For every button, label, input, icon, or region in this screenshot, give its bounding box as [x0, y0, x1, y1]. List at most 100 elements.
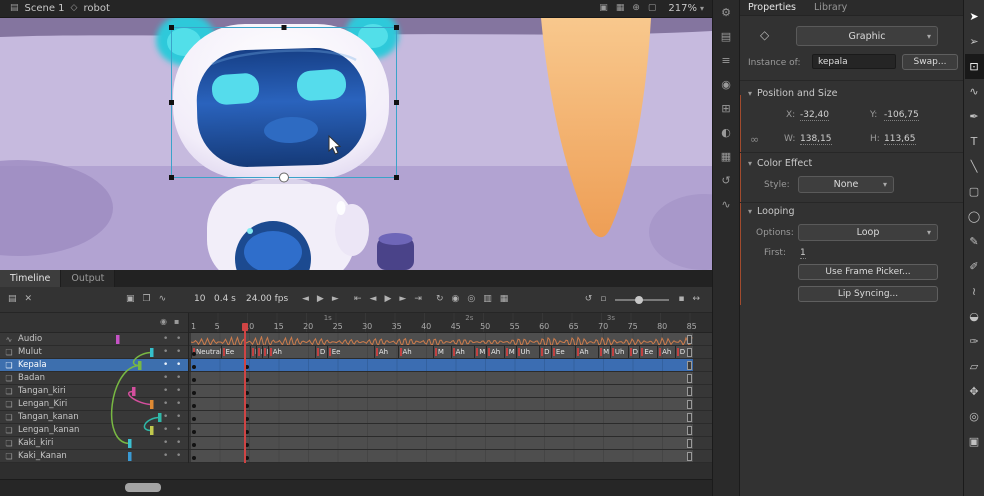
lip-syncing-button[interactable]: Lip Syncing...: [798, 286, 938, 302]
layer-lock-dot[interactable]: •: [176, 437, 181, 449]
frame-span[interactable]: [191, 398, 693, 410]
layer-row-Lengan_Kiri[interactable]: ❏Lengan_Kiri••: [0, 398, 188, 411]
use-frame-picker-button[interactable]: Use Frame Picker...: [798, 264, 938, 280]
onion-skin-outline-icon[interactable]: ◎: [463, 287, 479, 312]
layer-visibility-dot[interactable]: •: [163, 359, 168, 371]
clip-view-icon[interactable]: ▢: [644, 0, 661, 17]
lasso-tool[interactable]: ∿: [965, 79, 984, 104]
frame-span[interactable]: [191, 359, 693, 371]
scrollbar-thumb[interactable]: [125, 483, 161, 492]
mouth-segment[interactable]: M: [474, 346, 486, 358]
zoom-tool[interactable]: ◎: [965, 404, 984, 429]
layer-lock-dot[interactable]: •: [176, 385, 181, 397]
guides-icon[interactable]: ▦: [612, 0, 629, 17]
instance-name-field[interactable]: kepala: [812, 54, 896, 69]
layer-row-Kaki_kiri[interactable]: ❏Kaki_kiri••: [0, 437, 188, 450]
section-position-and-size[interactable]: ▾Position and Size: [748, 88, 837, 99]
timeline-ruler[interactable]: 1s2s3s1510152025303540455055606570758085: [188, 313, 712, 333]
layer-row-Lengan_kanan[interactable]: ❏Lengan_kanan••: [0, 424, 188, 437]
frames-grid[interactable]: NeutralEeDEFAhDEeAhAhMAhMAhMUhDEeAhMUhDE…: [188, 333, 712, 463]
section-color-effect[interactable]: ▾Color Effect: [748, 158, 812, 169]
go-first-frame-icon[interactable]: ⇤: [350, 287, 366, 312]
rectangle-tool[interactable]: ▢: [965, 179, 984, 204]
section-looping[interactable]: ▾Looping: [748, 206, 795, 217]
delete-layer-icon[interactable]: ✕: [21, 287, 37, 312]
playhead[interactable]: [244, 323, 246, 463]
eyedropper-tool[interactable]: ✑: [965, 329, 984, 354]
color-panel-icon[interactable]: ◐: [717, 126, 735, 140]
mouth-segment[interactable]: M: [433, 346, 451, 358]
play-icon[interactable]: ▶: [313, 287, 328, 312]
onion-skin-icon[interactable]: ◉: [448, 287, 464, 312]
transform-panel-icon[interactable]: ⊞: [717, 102, 735, 116]
layer-row-Audio[interactable]: ∿Audio••: [0, 333, 188, 346]
transformation-point[interactable]: [280, 173, 289, 182]
frame-span[interactable]: [191, 411, 693, 423]
mouth-segment[interactable]: M: [504, 346, 516, 358]
frame-span[interactable]: [191, 333, 693, 345]
layer-row-Kepala[interactable]: ❏Kepala••: [0, 359, 188, 372]
layer-row-Kaki_Kanan[interactable]: ❏Kaki_Kanan••: [0, 450, 188, 463]
layer-frames-row[interactable]: [189, 359, 712, 372]
frame-span[interactable]: [191, 437, 693, 449]
robot-head[interactable]: [156, 18, 399, 179]
lock-aspect-icon[interactable]: ∞: [750, 133, 759, 146]
layer-frames-row[interactable]: [189, 372, 712, 385]
breadcrumb-symbol[interactable]: robot: [83, 3, 109, 14]
layer-lock-dot[interactable]: •: [176, 346, 181, 358]
text-tool[interactable]: T: [965, 129, 984, 154]
mouth-segment[interactable]: D: [628, 346, 640, 358]
hand-tool[interactable]: ✥: [965, 379, 984, 404]
brush-tool[interactable]: ✐: [965, 254, 984, 279]
enlarge-frames-icon[interactable]: ▪: [674, 287, 688, 312]
play-forward-icon[interactable]: ▶: [380, 287, 395, 312]
lock-icon[interactable]: ▪: [174, 317, 179, 326]
mouth-segment[interactable]: Ah: [486, 346, 504, 358]
swap-button[interactable]: Swap...: [902, 54, 958, 70]
layer-frames-row[interactable]: [189, 411, 712, 424]
slider-knob[interactable]: [635, 296, 643, 304]
history-panel-icon[interactable]: ↺: [717, 174, 735, 188]
layer-frames-row[interactable]: [189, 450, 712, 463]
layer-visibility-dot[interactable]: •: [163, 424, 168, 436]
mouth-segment[interactable]: Ah: [451, 346, 475, 358]
timeline-horizontal-scrollbar[interactable]: [0, 479, 712, 496]
frame-span[interactable]: NeutralEeDEFAhDEeAhAhMAhMAhMUhDEeAhMUhDE…: [191, 346, 693, 358]
go-last-frame-icon[interactable]: ⇥: [410, 287, 426, 312]
timeline-zoom-slider[interactable]: [615, 299, 669, 301]
swatches-panel-icon[interactable]: ▦: [717, 150, 735, 164]
step-forward-icon[interactable]: ►: [328, 287, 343, 312]
frame-span[interactable]: [191, 372, 693, 384]
layer-frames-row[interactable]: [189, 333, 712, 346]
layer-row-Mulut[interactable]: ❏Mulut••: [0, 346, 188, 359]
settings-panel-icon[interactable]: ⚙: [717, 6, 735, 20]
layer-visibility-dot[interactable]: •: [163, 398, 168, 410]
advanced-layers-icon[interactable]: ❐: [139, 287, 155, 312]
mouth-segment[interactable]: Ah: [268, 346, 315, 358]
mouth-segment[interactable]: Ee: [639, 346, 657, 358]
layer-lock-dot[interactable]: •: [176, 333, 181, 345]
camera-toggle-icon[interactable]: ▣: [122, 287, 139, 312]
layer-visibility-dot[interactable]: •: [163, 437, 168, 449]
camera-icon[interactable]: ▣: [595, 0, 612, 17]
next-keyframe-icon[interactable]: ►: [395, 287, 410, 312]
symbol-type-dropdown[interactable]: Graphic ▾: [796, 26, 938, 46]
loop-options-dropdown[interactable]: Loop ▾: [798, 224, 938, 241]
mouth-segment[interactable]: Ee: [327, 346, 374, 358]
layer-lock-dot[interactable]: •: [176, 411, 181, 423]
layer-frames-row[interactable]: [189, 398, 712, 411]
loop-playback-icon[interactable]: ↻: [432, 287, 448, 312]
layer-row-Tangan_kiri[interactable]: ❏Tangan_kiri••: [0, 385, 188, 398]
camera-tool[interactable]: ▣: [965, 429, 984, 454]
eraser-tool[interactable]: ▱: [965, 354, 984, 379]
line-tool[interactable]: ╲: [965, 154, 984, 179]
layer-lock-dot[interactable]: •: [176, 450, 181, 462]
frame-span[interactable]: [191, 424, 693, 436]
layer-lock-dot[interactable]: •: [176, 424, 181, 436]
pen-tool[interactable]: ✒: [965, 104, 984, 129]
fit-frames-in-view-icon[interactable]: ↔: [688, 287, 704, 312]
stage-canvas[interactable]: [0, 18, 712, 270]
mouth-segment[interactable]: Uh: [516, 346, 540, 358]
layer-row-Badan[interactable]: ❏Badan••: [0, 372, 188, 385]
timeline-menu-icon[interactable]: ▤: [4, 287, 21, 312]
